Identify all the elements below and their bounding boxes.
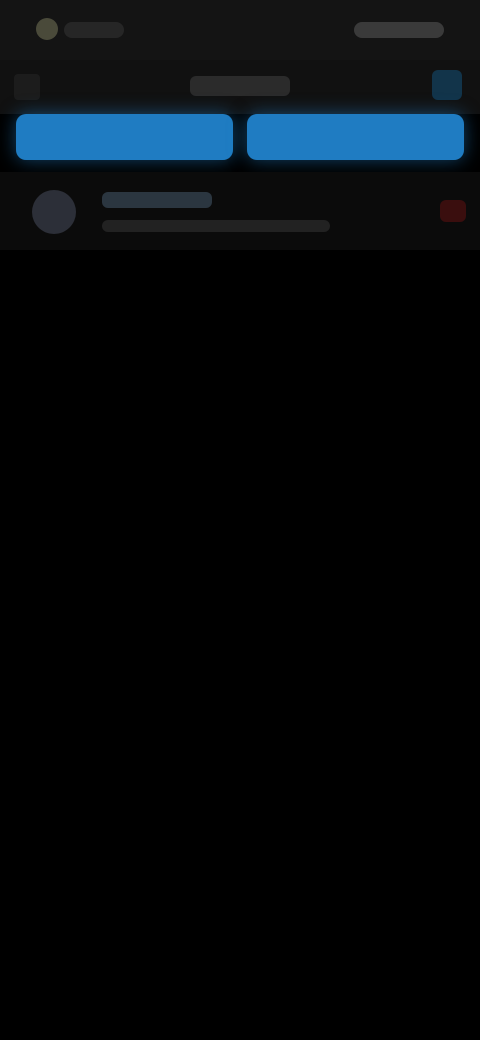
back-arrow-icon[interactable] [14,74,40,100]
app-screen [0,0,480,1040]
badge-icon[interactable] [440,200,466,222]
list-item-title [102,192,212,208]
search-icon[interactable] [432,70,462,100]
user-avatar-icon [32,190,76,234]
list-item[interactable] [0,172,480,250]
primary-action-button-1[interactable] [16,114,233,160]
list-item-subtitle [102,220,330,232]
page-title [190,76,290,96]
action-button-row [16,114,464,160]
status-left-text [64,22,124,38]
app-header [0,60,480,114]
status-bar [0,0,480,60]
notification-icon [36,18,58,40]
status-right-icons [354,22,444,38]
primary-action-button-2[interactable] [247,114,464,160]
